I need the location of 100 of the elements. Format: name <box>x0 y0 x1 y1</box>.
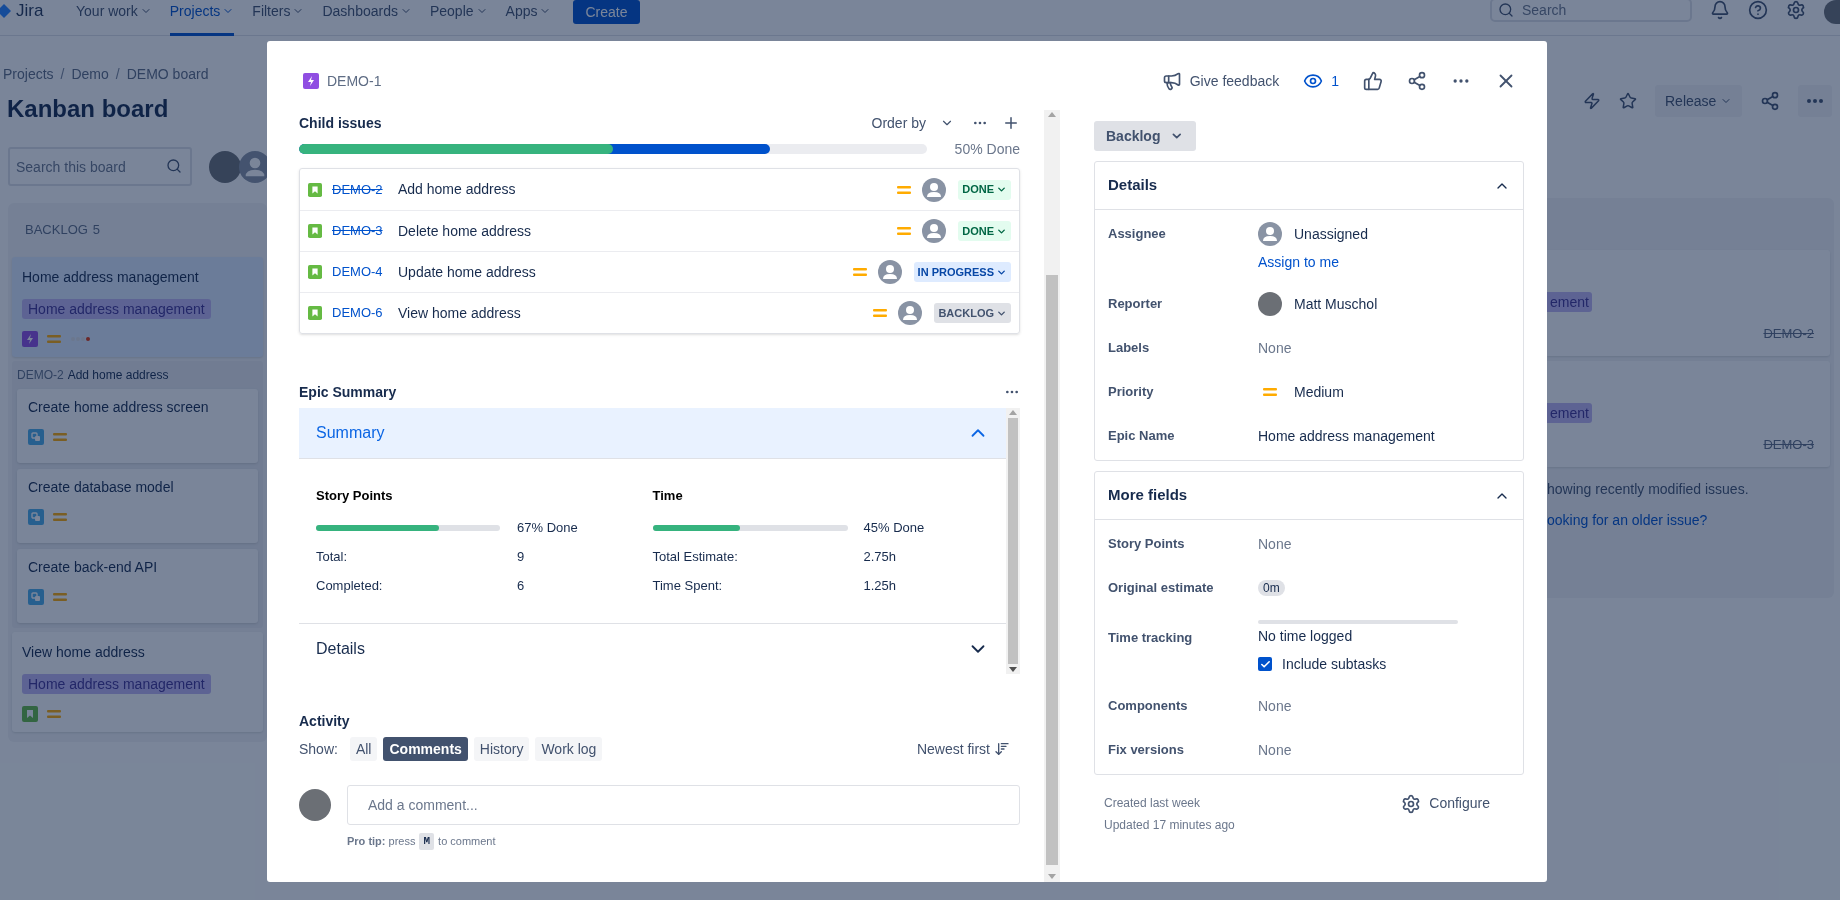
activity-filter-tab[interactable]: Work log <box>535 737 603 761</box>
release-button[interactable]: Release <box>1655 85 1743 117</box>
user-avatar-icon <box>922 177 947 202</box>
field-label: Priority <box>1107 383 1155 401</box>
issue-key-link[interactable]: DEMO-2 <box>332 179 398 200</box>
nav-menu-item[interactable]: People <box>429 0 488 36</box>
breadcrumb-separator: / <box>114 65 121 84</box>
field-label: Epic Name <box>1107 427 1176 445</box>
activity-filter-tab[interactable]: Comments <box>383 737 468 761</box>
watchers-button[interactable]: 1 <box>1303 70 1339 92</box>
more-icon <box>1807 99 1824 103</box>
status-dropdown[interactable]: BACKLOG <box>934 303 1011 323</box>
activity-filter-tab[interactable]: History <box>473 737 530 761</box>
issue-summary: Update home address <box>398 262 536 282</box>
photo-placeholder <box>1258 292 1282 316</box>
give-feedback-button[interactable]: Give feedback <box>1161 70 1280 92</box>
epic-tag: ement <box>1547 403 1592 423</box>
panel-header[interactable]: Details <box>1095 162 1523 210</box>
scrollbar-thumb[interactable] <box>1046 275 1058 865</box>
create-button[interactable]: Create <box>573 0 640 24</box>
user-avatar-icon <box>898 301 923 325</box>
star-icon[interactable] <box>1619 92 1637 110</box>
nav-menu-item[interactable]: Your work <box>76 0 152 36</box>
add-icon[interactable] <box>1002 114 1020 132</box>
eye-icon <box>1303 71 1324 91</box>
nav-menu-item[interactable]: Filters <box>252 0 305 36</box>
field-value: None <box>1258 535 1292 554</box>
more-button[interactable] <box>1798 85 1833 117</box>
nav-menu-item[interactable]: Dashboards <box>322 0 412 36</box>
activity-filter-tab[interactable]: All <box>349 737 378 761</box>
issue-key: DEMO-3 <box>1763 435 1814 455</box>
field-label: Original estimate <box>1107 579 1215 597</box>
logo-text: Jira <box>16 1 44 21</box>
scrollbar-thumb[interactable] <box>1008 418 1018 664</box>
field-value: Matt Muschol <box>1294 294 1378 314</box>
field-label: Assignee <box>1107 225 1167 243</box>
status-dropdown[interactable]: IN PROGRESS <box>913 262 1011 282</box>
thumbs-up-icon[interactable] <box>1363 71 1383 91</box>
priority-medium-icon <box>52 512 68 522</box>
progress-dots-icon <box>70 336 90 342</box>
section-title: Child issues <box>299 113 382 133</box>
assign-to-me-link[interactable]: Assign to me <box>1258 252 1368 272</box>
stat-label: Total Estimate: <box>652 548 739 566</box>
issue-key-link[interactable]: DEMO-6 <box>332 303 398 323</box>
scroll-up-arrow-icon <box>1009 410 1017 415</box>
pro-tip-text: to comment <box>438 834 496 849</box>
panel-header[interactable]: More fields <box>1095 472 1523 520</box>
summary-accordion-header[interactable]: Summary <box>299 408 1006 459</box>
nav-menu-item[interactable]: Apps <box>505 0 552 36</box>
search-icon <box>166 158 182 174</box>
nav-menu-item[interactable]: Projects <box>169 0 235 36</box>
details-accordion-header[interactable]: Details <box>299 624 1006 674</box>
issue-card[interactable]: Create database model <box>17 469 258 543</box>
scroll-down-arrow-icon <box>1009 667 1017 672</box>
comment-field[interactable]: Add a comment... <box>347 785 1020 825</box>
lightning-icon <box>303 73 319 89</box>
share-icon[interactable] <box>1760 91 1781 111</box>
stat-value: 6 <box>517 577 525 595</box>
section-title: Activity <box>299 712 351 731</box>
priority-medium-icon <box>851 267 868 277</box>
user-avatar-icon <box>1258 222 1282 246</box>
checkbox[interactable] <box>1258 657 1272 671</box>
issue-summary: Delete home address <box>398 221 532 241</box>
sort-icon <box>994 741 1010 757</box>
show-label: Show: <box>299 739 338 759</box>
lightning-icon[interactable] <box>1583 92 1601 110</box>
issue-card[interactable]: Create home address screen <box>17 389 258 463</box>
group-title: Add home address <box>67 367 169 384</box>
status-button[interactable]: Backlog <box>1094 121 1196 151</box>
search-field[interactable]: Search <box>1490 0 1692 22</box>
estimate-lozenge: 0m <box>1258 580 1285 596</box>
breadcrumb-separator: / <box>59 65 66 84</box>
user-avatar[interactable] <box>1824 0 1840 24</box>
card-title: Create database model <box>28 478 175 497</box>
sort-button[interactable]: Newest first <box>916 738 1010 760</box>
help-icon[interactable] <box>1748 0 1768 20</box>
issue-key-link[interactable]: DEMO-3 <box>332 221 398 241</box>
column-notice: howing recently modified issues. <box>1547 480 1750 499</box>
settings-icon[interactable] <box>1786 0 1806 20</box>
configure-button[interactable]: Configure <box>1401 793 1490 814</box>
group-key: DEMO-2 <box>17 366 64 384</box>
order-by-button[interactable]: Order by <box>871 112 954 134</box>
share-icon[interactable] <box>1407 71 1427 91</box>
issue-key-link[interactable]: DEMO-4 <box>332 262 398 282</box>
issue-key: DEMO-2 <box>1763 324 1814 344</box>
stat-value: 2.75h <box>863 548 897 566</box>
epic-tag: Home address management <box>22 299 211 319</box>
updated-date: Updated 17 minutes ago <box>1104 817 1235 834</box>
priority-medium-icon <box>46 709 62 719</box>
board-search-field[interactable]: Search this board <box>8 147 192 186</box>
stat-label: Total: <box>316 548 349 566</box>
status-dropdown[interactable]: DONE <box>958 179 1011 200</box>
status-dropdown[interactable]: DONE <box>958 221 1011 241</box>
field-value: No time logged <box>1258 627 1354 646</box>
issue-card[interactable]: Home address management Home address management <box>12 257 263 357</box>
bookmark-icon <box>308 182 322 197</box>
notification-bell-icon[interactable] <box>1710 0 1730 20</box>
issue-key-link[interactable]: DEMO-1 <box>327 70 382 92</box>
issue-card[interactable]: Create back-end API <box>17 549 258 623</box>
issue-card[interactable]: View home address Home address management <box>12 632 263 732</box>
